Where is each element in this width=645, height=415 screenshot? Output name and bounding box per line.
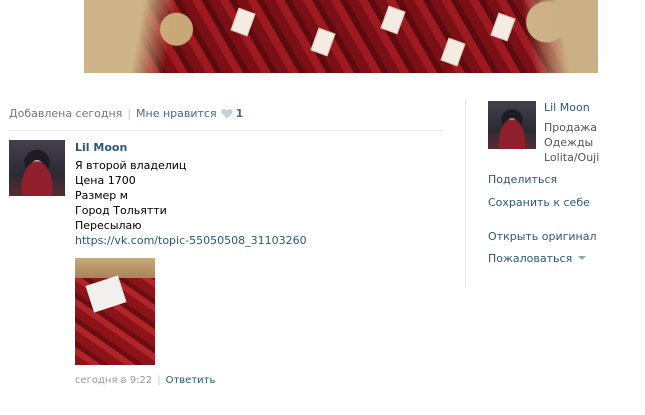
comment-line: Пересылаю — [75, 219, 142, 232]
comment-attached-photo[interactable] — [75, 258, 155, 365]
comment-line: Цена 1700 — [75, 174, 136, 187]
comment-topic-link[interactable]: https://vk.com/topic-55050508_31103260 — [75, 234, 307, 247]
added-date: Добавлена сегодня — [9, 107, 123, 120]
photo-card-print — [440, 37, 466, 67]
meta-separator: | — [127, 107, 132, 120]
like-button[interactable]: Мне нравится — [136, 107, 217, 120]
comment-author-name[interactable]: Lil Moon — [75, 141, 127, 154]
photo-card-print — [380, 5, 406, 35]
photo-card-print — [310, 27, 336, 57]
like-count[interactable]: 1 — [236, 107, 244, 120]
owner-name[interactable]: Lil Moon — [544, 101, 590, 114]
report-menu[interactable]: Пожаловаться — [488, 252, 587, 265]
photo-rug-right — [508, 0, 598, 73]
sidebar-divider — [465, 99, 466, 287]
comment-line: Размер м — [75, 189, 129, 202]
owner-description[interactable]: Продажа Одежды Lolita/Ouji — [544, 120, 645, 165]
photo-card-print — [230, 7, 256, 37]
post-meta: Добавлена сегодня | Мне нравится 1 — [9, 107, 243, 122]
attached-photo-paper — [85, 275, 127, 313]
comment-text: Я второй владелиц Цена 1700 Размер м Гор… — [75, 158, 186, 233]
comment-footer: сегодня в 9:22 | Ответить — [75, 375, 215, 386]
share-link[interactable]: Поделиться — [488, 173, 557, 186]
meta-divider — [9, 130, 443, 131]
report-label[interactable]: Пожаловаться — [488, 252, 572, 265]
comment-line: Я второй владелиц — [75, 159, 187, 172]
save-to-album-link[interactable]: Сохранить к себе — [488, 196, 590, 209]
footer-separator: | — [157, 375, 161, 386]
reply-button[interactable]: Ответить — [166, 375, 216, 386]
photo-rug-left — [84, 0, 204, 73]
comment-time[interactable]: сегодня в 9:22 — [75, 375, 152, 386]
owner-avatar[interactable] — [488, 101, 536, 149]
viewed-photo[interactable] — [84, 0, 598, 73]
open-original-link[interactable]: Открыть оригинал — [488, 230, 597, 243]
comment-line: Город Тольятти — [75, 204, 167, 217]
attached-photo-rug — [75, 258, 155, 278]
comment-author-avatar[interactable] — [9, 140, 65, 196]
caret-down-icon[interactable] — [578, 256, 587, 260]
heart-icon[interactable] — [220, 108, 233, 122]
